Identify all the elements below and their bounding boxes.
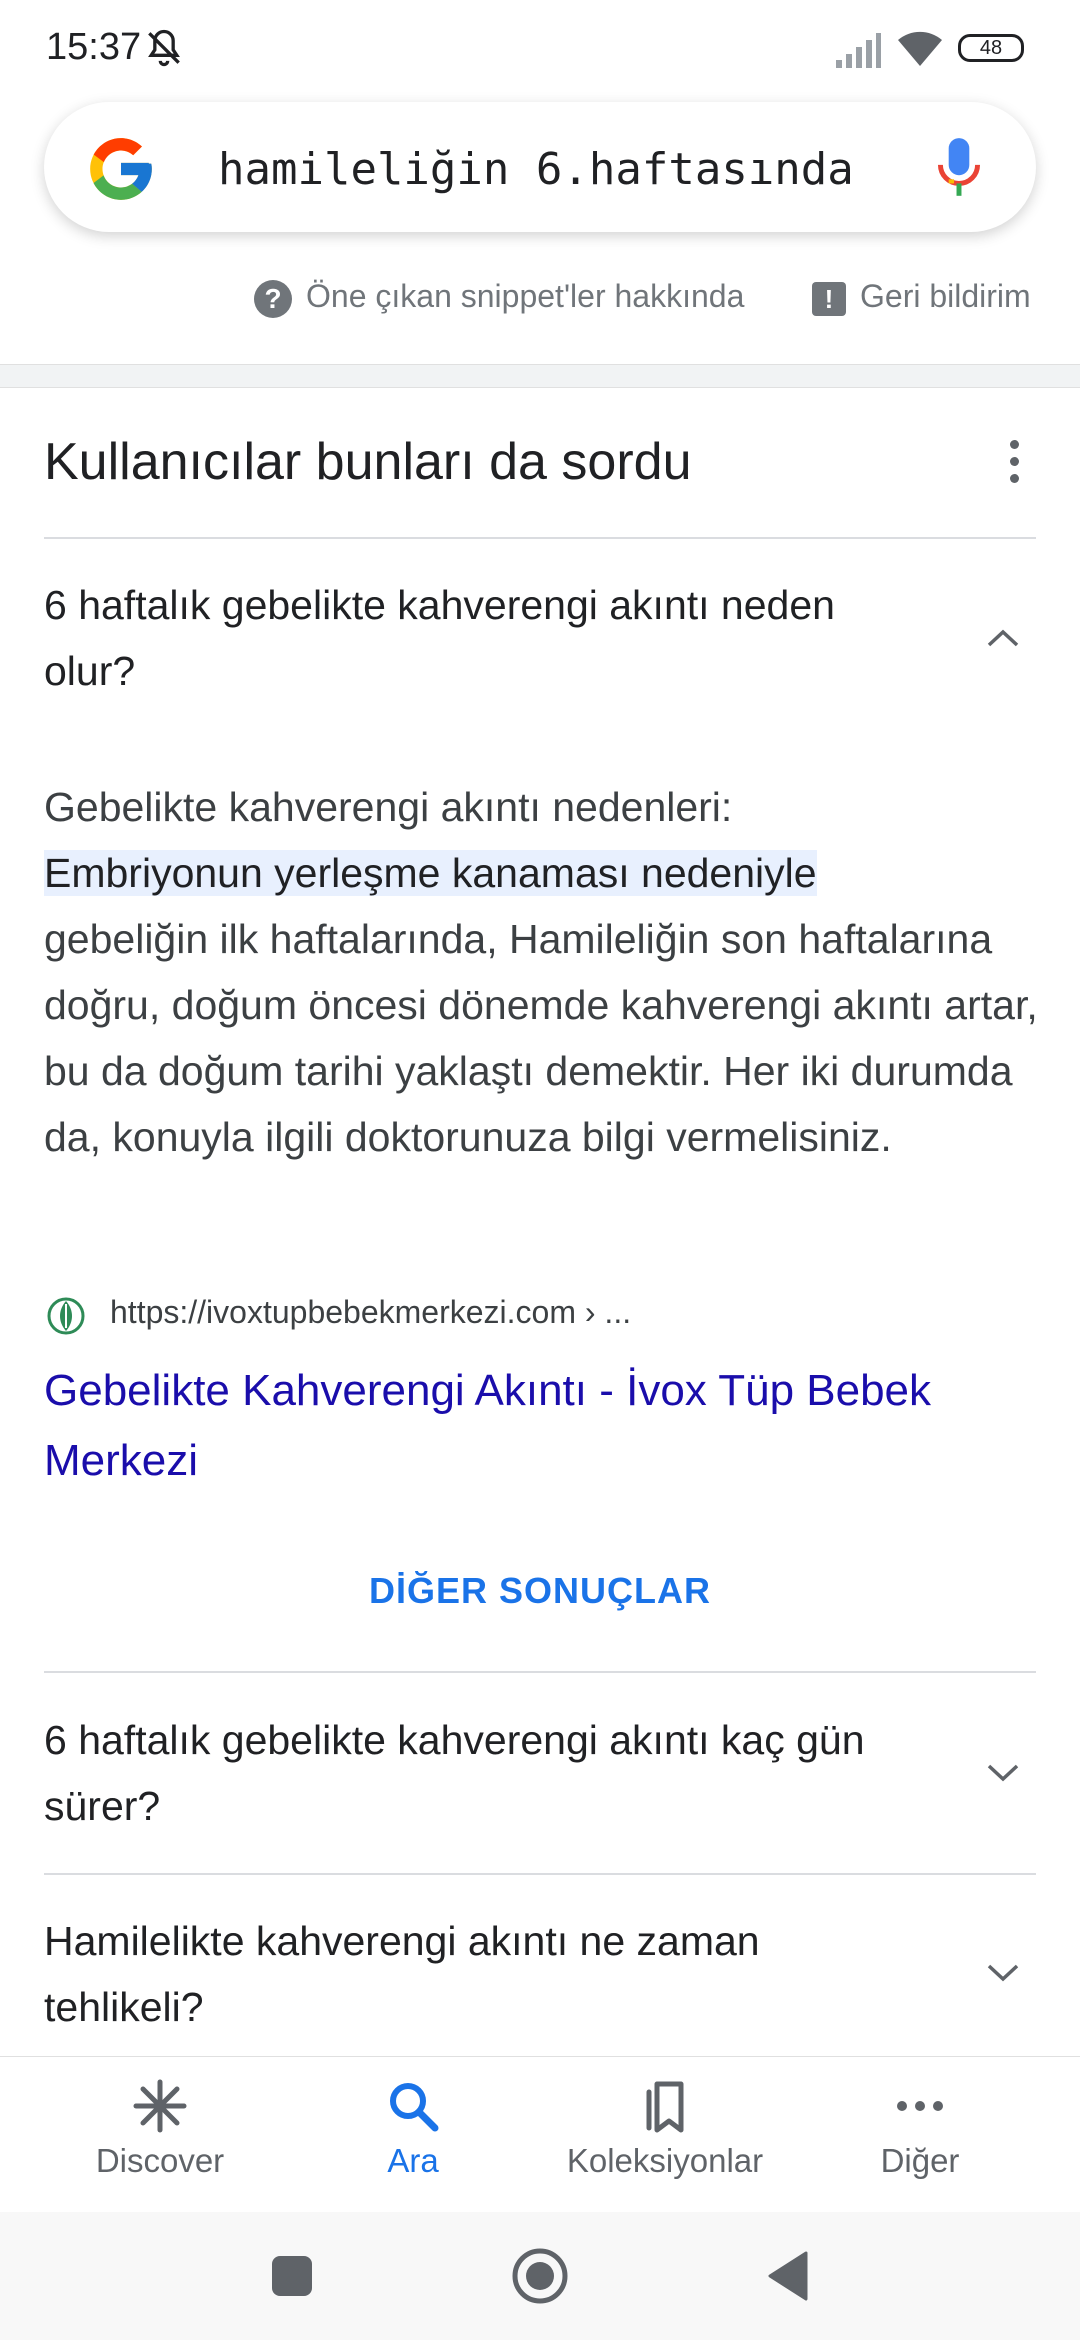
more-vert-icon[interactable] [1006,440,1022,484]
asterisk-icon [133,2079,187,2133]
divider [44,537,1036,539]
google-logo-icon[interactable] [84,132,158,206]
clock: 15:37 [46,26,142,68]
recents-button[interactable] [272,2256,312,2296]
divider [44,1671,1036,1673]
more-results-button[interactable]: DİĞER SONUÇLAR [0,1570,1080,1612]
bookmarks-icon [646,2081,684,2133]
battery-indicator: 48 [958,34,1024,62]
source-url[interactable]: https://ivoxtupbebekmerkezi.com › ... [110,1294,631,1331]
signal-icon [836,33,881,68]
microphone-icon[interactable] [934,136,984,202]
paa-question-3[interactable]: Hamilelikte kahverengi akıntı ne zaman t… [44,1908,924,2040]
nav-label: Ara [387,2142,439,2179]
chevron-down-icon[interactable] [986,1763,1020,1783]
bell-off-icon [148,29,180,67]
answer-highlight: Embriyonun yerleşme kanaması nedeniyle [44,850,817,896]
chevron-down-icon[interactable] [986,1963,1020,1983]
section-divider [0,364,1080,388]
answer-text: Gebelikte kahverengi akıntı nedenleri: E… [44,774,1044,1170]
home-button[interactable] [510,2246,570,2306]
nav-label: Koleksiyonlar [566,2142,764,2179]
nav-search[interactable]: Ara [288,2076,538,2196]
paa-question-2[interactable]: 6 haftalık gebelikte kahverengi akıntı k… [44,1707,924,1839]
search-icon [390,2083,439,2132]
about-snippets-link[interactable]: Öne çıkan snippet'ler hakkında [306,278,744,315]
chevron-up-icon[interactable] [986,628,1020,648]
back-button[interactable] [766,2250,808,2302]
divider [44,1873,1036,1875]
nav-discover[interactable]: Discover [35,2076,285,2196]
feedback-link[interactable]: Geri bildirim [860,278,1031,315]
wifi-icon [898,31,942,66]
feedback-icon[interactable]: ! [812,282,846,316]
paa-question-1[interactable]: 6 haftalık gebelikte kahverengi akıntı n… [44,572,924,704]
help-icon[interactable]: ? [254,280,292,318]
site-favicon-icon [47,1297,85,1335]
answer-body: gebeliğin ilk haftalarında, Hamileliğin … [44,916,1038,1160]
source-title-link[interactable]: Gebelikte Kahverengi Akıntı - İvox Tüp B… [44,1356,1004,1496]
nav-label: Discover [95,2142,225,2179]
paa-heading: Kullanıcılar bunları da sordu [44,433,692,491]
nav-label: Diğer [880,2142,960,2179]
answer-lead: Gebelikte kahverengi akıntı nedenleri: [44,784,733,830]
search-input[interactable]: hamileliğin 6.haftasında kahve [218,140,874,200]
nav-more[interactable]: Diğer [795,2076,1045,2196]
more-horiz-icon [897,2101,943,2111]
nav-collections[interactable]: Koleksiyonlar [540,2076,790,2196]
